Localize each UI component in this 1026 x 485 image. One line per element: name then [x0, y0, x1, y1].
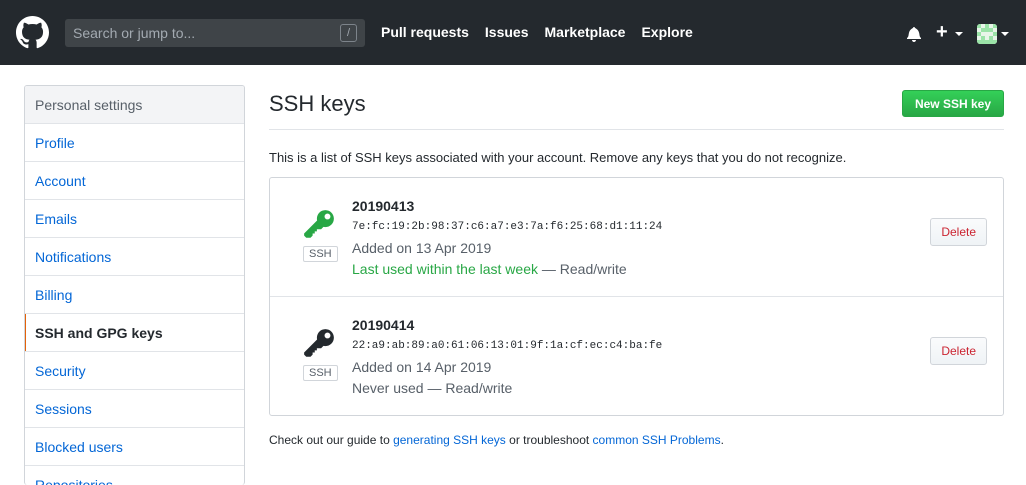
key-usage: Last used within the last week — Read/wr…: [352, 261, 627, 277]
sidebar-item-billing[interactable]: Billing: [25, 276, 244, 314]
key-title: 20190414: [352, 317, 415, 333]
sidebar-item-sessions[interactable]: Sessions: [25, 390, 244, 428]
key-icon: [304, 329, 334, 357]
sidebar-item-profile[interactable]: Profile: [25, 124, 244, 162]
common-ssh-problems-link[interactable]: common SSH Problems: [593, 433, 721, 447]
key-type-label: SSH: [303, 365, 338, 381]
nav-pull-requests[interactable]: Pull requests: [381, 24, 469, 40]
create-new-plus-icon[interactable]: +: [936, 22, 948, 42]
generating-ssh-keys-link[interactable]: generating SSH keys: [393, 433, 506, 447]
page-title-row: SSH keys New SSH key: [269, 85, 1004, 130]
search-input[interactable]: [73, 25, 323, 41]
sidebar-item-blocked-users[interactable]: Blocked users: [25, 428, 244, 466]
ssh-keys-main: SSH keys New SSH key This is a list of S…: [269, 85, 1004, 447]
help-suffix: .: [720, 433, 724, 447]
sidebar-item-security[interactable]: Security: [25, 352, 244, 390]
sidebar-item-ssh-gpg-keys[interactable]: SSH and GPG keys: [25, 314, 244, 352]
top-header: / Pull requests Issues Marketplace Explo…: [0, 0, 1026, 65]
page-title: SSH keys: [269, 91, 366, 116]
key-access: — Read/write: [423, 380, 513, 396]
key-access: — Read/write: [538, 261, 627, 277]
nav-explore[interactable]: Explore: [641, 24, 692, 40]
key-last-used: Last used within the last week: [352, 261, 538, 277]
create-new-chevron-down-icon[interactable]: [955, 32, 963, 36]
key-icon: [304, 210, 334, 238]
help-prefix: Check out our guide to: [269, 433, 394, 447]
intro-text: This is a list of SSH keys associated wi…: [269, 150, 847, 165]
key-type-label: SSH: [303, 246, 338, 262]
key-fingerprint: 22:a9:ab:89:a0:61:06:13:01:9f:1a:cf:ec:c…: [352, 340, 663, 352]
delete-key-button[interactable]: Delete: [930, 337, 987, 365]
ssh-help-note: Check out our guide to generating SSH ke…: [269, 433, 724, 447]
sidebar-item-notifications[interactable]: Notifications: [25, 238, 244, 276]
sidebar-item-repositories[interactable]: Repositories: [25, 466, 244, 485]
sidebar-item-account[interactable]: Account: [25, 162, 244, 200]
nav-issues[interactable]: Issues: [485, 24, 529, 40]
settings-sidebar: Personal settings Profile Account Emails…: [24, 85, 245, 485]
ssh-key-list: SSH 20190413 7e:fc:19:2b:98:37:c6:a7:e3:…: [269, 177, 1004, 416]
user-menu-chevron-down-icon[interactable]: [1001, 32, 1009, 36]
key-last-used: Never used: [352, 380, 424, 396]
search-box[interactable]: /: [65, 19, 365, 47]
delete-key-button[interactable]: Delete: [930, 218, 987, 246]
key-added-date: Added on 14 Apr 2019: [352, 359, 492, 375]
search-shortcut-hint: /: [340, 24, 357, 42]
nav-marketplace[interactable]: Marketplace: [545, 24, 626, 40]
top-nav: Pull requests Issues Marketplace Explore: [381, 24, 709, 40]
sidebar-heading: Personal settings: [25, 86, 244, 124]
key-usage: Never used — Read/write: [352, 380, 512, 396]
ssh-key-item: SSH 20190414 22:a9:ab:89:a0:61:06:13:01:…: [270, 297, 1003, 415]
key-fingerprint: 7e:fc:19:2b:98:37:c6:a7:e3:7a:f6:25:68:d…: [352, 221, 663, 233]
github-logo-icon[interactable]: [16, 16, 49, 49]
new-ssh-key-button[interactable]: New SSH key: [901, 90, 1004, 117]
help-middle: or troubleshoot: [505, 433, 593, 447]
user-avatar[interactable]: [977, 24, 997, 44]
notifications-bell-icon[interactable]: [906, 26, 922, 42]
key-title: 20190413: [352, 198, 415, 214]
key-added-date: Added on 13 Apr 2019: [352, 240, 492, 256]
sidebar-item-emails[interactable]: Emails: [25, 200, 244, 238]
ssh-key-item: SSH 20190413 7e:fc:19:2b:98:37:c6:a7:e3:…: [270, 178, 1003, 297]
